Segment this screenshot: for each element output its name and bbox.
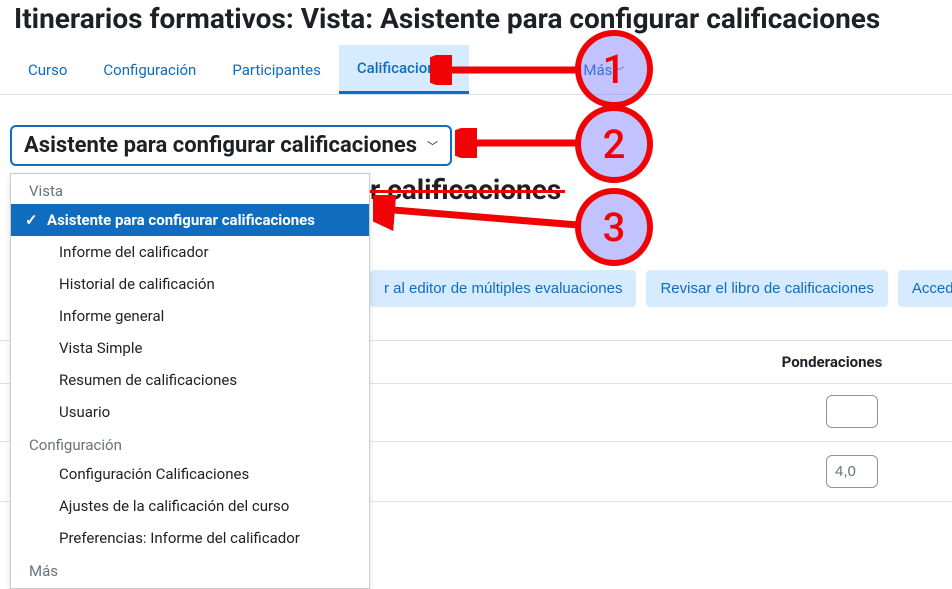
annotation-circle-3: 3 <box>575 188 653 266</box>
dropdown-item-label: Informe del calificador <box>59 243 351 261</box>
btn-editor-it[interactable]: Acceder al editor de it <box>898 270 952 307</box>
dropdown-item-label: Informe general <box>59 307 351 325</box>
dropdown-item-informe-general[interactable]: Informe general <box>11 300 369 332</box>
dropdown-item-asistente[interactable]: ✓ Asistente para configurar calificacion… <box>11 204 369 236</box>
dropdown-group-vista: Vista <box>11 174 369 204</box>
dropdown-item-preferencias[interactable]: Preferencias: Informe del calificador <box>11 522 369 554</box>
dropdown-group-configuracion: Configuración <box>11 428 369 458</box>
dropdown-item-resumen[interactable]: Resumen de calificaciones <box>11 364 369 396</box>
dropdown-item-informe-calificador[interactable]: Informe del calificador <box>11 236 369 268</box>
tab-curso[interactable]: Curso <box>10 47 85 93</box>
grade-view-selector[interactable]: Asistente para configurar calificaciones… <box>10 125 452 166</box>
dropdown-item-label: Historial de calificación <box>59 275 351 293</box>
course-nav: Curso Configuración Participantes Califi… <box>0 45 952 95</box>
chevron-down-icon: ﹀ <box>614 67 624 78</box>
dropdown-item-label: Ajustes de la calificación del curso <box>59 497 351 515</box>
column-header-ponderaciones: Ponderaciones <box>732 353 932 371</box>
btn-revisar-libro[interactable]: Revisar el libro de calificaciones <box>646 270 887 307</box>
page-title: Itinerarios formativos: Vista: Asistente… <box>0 0 952 45</box>
dropdown-item-label: Configuración Calificaciones <box>59 465 351 483</box>
dropdown-item-label: Usuario <box>59 403 351 421</box>
page-subtitle-partial: ar calificaciones <box>355 173 561 206</box>
dropdown-item-label: Asistente para configurar calificaciones <box>47 211 351 229</box>
dropdown-group-mas: Más <box>11 554 369 584</box>
grade-view-selector-label: Asistente para configurar calificaciones <box>24 133 417 158</box>
check-icon: ✓ <box>25 211 39 229</box>
btn-editor-multiples[interactable]: r al editor de múltiples evaluaciones <box>370 270 636 307</box>
annotation-number: 3 <box>603 204 626 251</box>
weight-input[interactable] <box>826 455 878 488</box>
tab-participantes[interactable]: Participantes <box>214 47 339 93</box>
dropdown-item-ajustes-curso[interactable]: Ajustes de la calificación del curso <box>11 490 369 522</box>
dropdown-item-usuario[interactable]: Usuario <box>11 396 369 428</box>
tab-mas-label: Más <box>583 61 612 79</box>
tab-calificaciones[interactable]: Calificaciones <box>339 45 469 94</box>
dropdown-item-historial[interactable]: Historial de calificación <box>11 268 369 300</box>
dropdown-item-vista-simple[interactable]: Vista Simple <box>11 332 369 364</box>
dropdown-item-label: Preferencias: Informe del calificador <box>59 529 351 547</box>
tab-configuracion[interactable]: Configuración <box>85 47 214 93</box>
weight-input[interactable] <box>826 395 878 428</box>
tab-mas[interactable]: Más﹀ <box>565 47 642 93</box>
dropdown-item-label: Resumen de calificaciones <box>59 371 351 389</box>
dropdown-item-label: Vista Simple <box>59 339 351 357</box>
chevron-down-icon: ﹀ <box>427 138 438 154</box>
dropdown-item-config-calificaciones[interactable]: Configuración Calificaciones <box>11 458 369 490</box>
grade-view-dropdown[interactable]: Vista ✓ Asistente para configurar califi… <box>10 173 370 589</box>
